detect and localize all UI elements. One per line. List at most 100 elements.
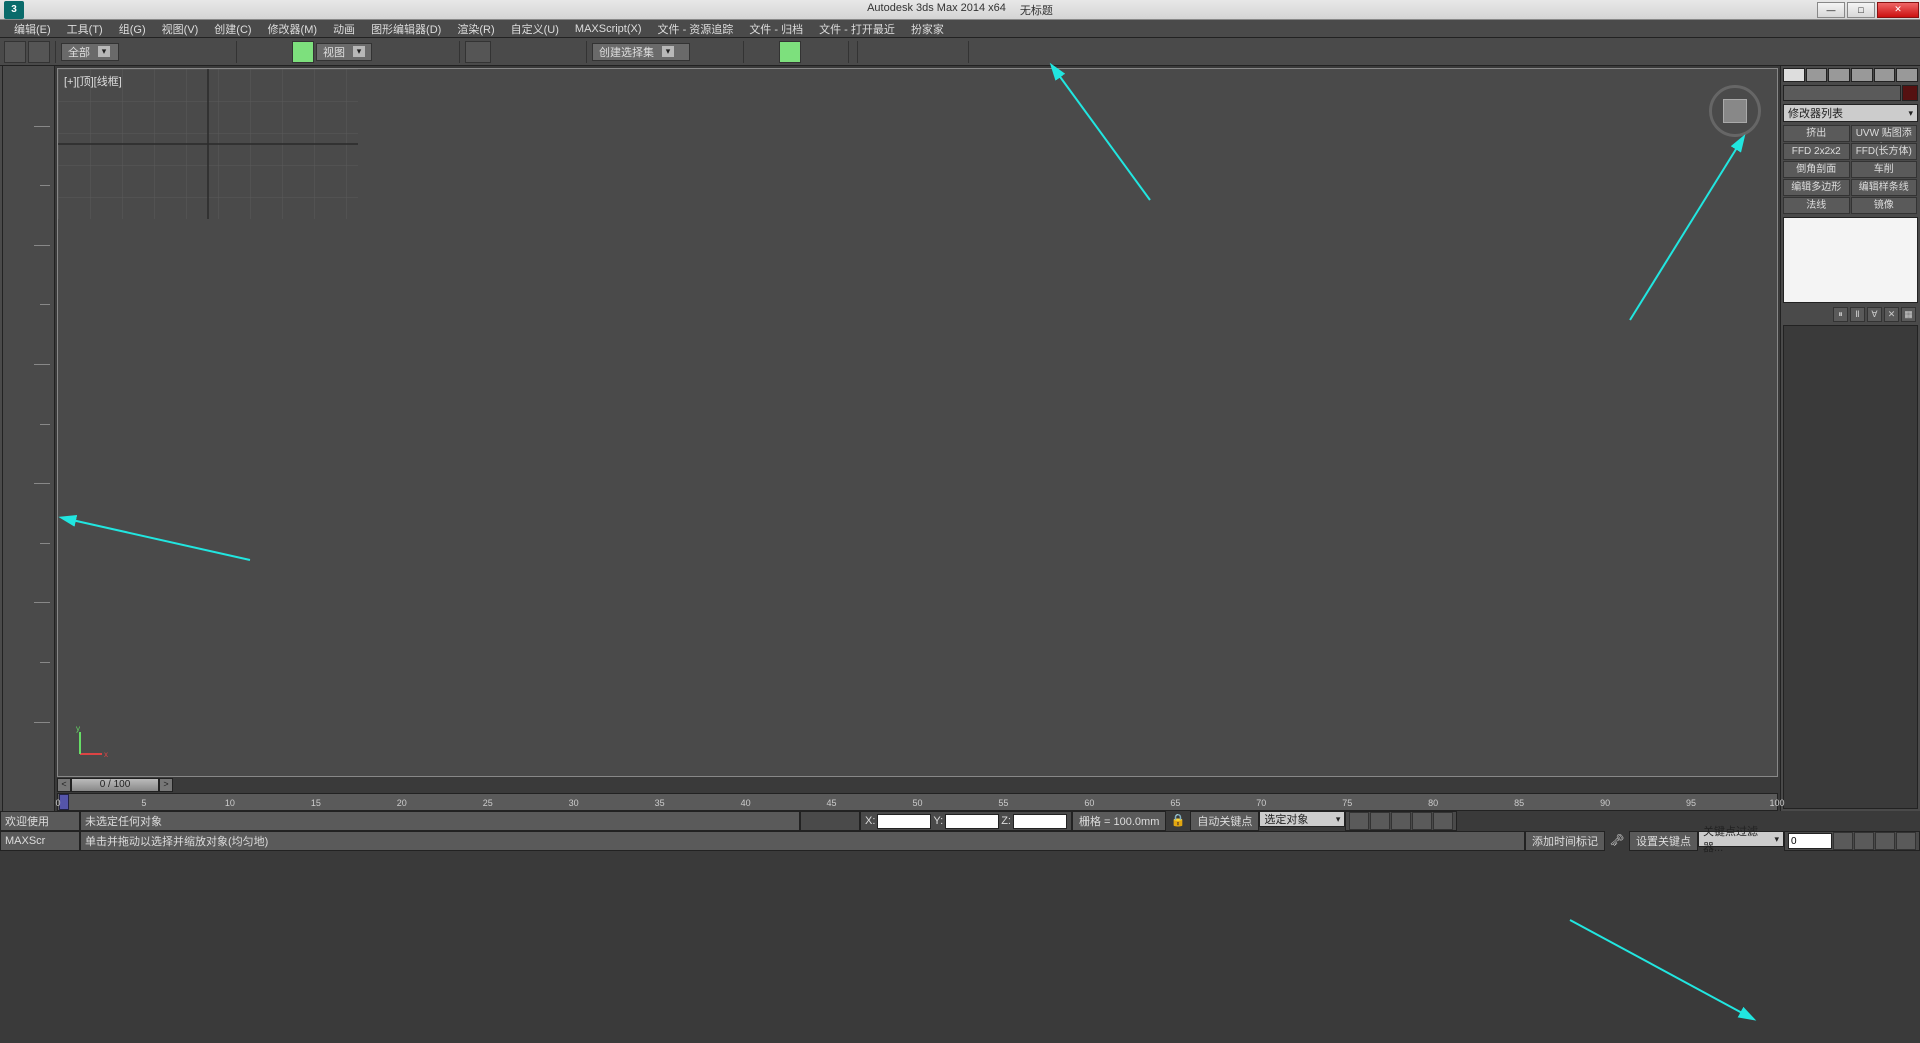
current-frame-input[interactable]: [1788, 833, 1832, 849]
tab-hierarchy[interactable]: [1828, 68, 1850, 82]
setkey-button[interactable]: 设置关键点: [1629, 831, 1698, 851]
move-tool[interactable]: [292, 41, 314, 63]
tab-display[interactable]: [1874, 68, 1896, 82]
toolbar-divider: [55, 41, 56, 63]
selection-filter-dropdown[interactable]: 全部: [61, 43, 119, 61]
next-frame-button[interactable]: [1412, 812, 1432, 830]
tab-utilities[interactable]: [1896, 68, 1918, 82]
viewport-area: [+][顶][线框] x y < 0 / 100: [55, 66, 1780, 811]
menu-banjiajia[interactable]: 扮家家: [903, 21, 952, 37]
mod-mirror[interactable]: 镜像: [1851, 197, 1918, 214]
menu-edit[interactable]: 编辑(E): [6, 21, 59, 37]
ref-coord-dropdown[interactable]: 视图: [316, 43, 372, 61]
time-slider-row: < 0 / 100 >: [57, 777, 1778, 793]
mod-extrude[interactable]: 挤出: [1783, 125, 1850, 142]
mod-edit-poly[interactable]: 编辑多边形: [1783, 179, 1850, 196]
tab-motion[interactable]: [1851, 68, 1873, 82]
modifier-stack[interactable]: [1783, 217, 1918, 303]
undo-button[interactable]: [4, 41, 26, 63]
autokey-button[interactable]: 自动关键点: [1190, 811, 1259, 831]
mod-ffd-box[interactable]: FFD(长方体): [1851, 143, 1918, 160]
viewcube[interactable]: [1709, 85, 1761, 137]
time-tick-label: 55: [998, 798, 1008, 808]
axis-tripod-icon: x y: [72, 722, 112, 762]
time-tick-label: 45: [827, 798, 837, 808]
pin-stack-icon[interactable]: ⏸: [1833, 307, 1848, 322]
x-input[interactable]: [877, 814, 931, 829]
configure-sets-icon[interactable]: ▦: [1901, 307, 1916, 322]
menu-views[interactable]: 视图(V): [154, 21, 207, 37]
mod-lathe[interactable]: 车削: [1851, 161, 1918, 178]
key-filter-dropdown[interactable]: 关键点过滤器...: [1698, 831, 1784, 847]
viewport-nav-4[interactable]: [1896, 832, 1916, 850]
doc-title: 无标题: [1020, 2, 1053, 18]
mod-uvw-add[interactable]: UVW 贴图添加: [1851, 125, 1918, 142]
viewport-nav-controls: [1784, 831, 1920, 851]
menu-maxscript[interactable]: MAXScript(X): [567, 23, 650, 35]
viewport-nav-2[interactable]: [1854, 832, 1874, 850]
time-slider-prev[interactable]: <: [57, 778, 71, 792]
menu-animation[interactable]: 动画: [325, 21, 363, 37]
tab-create[interactable]: [1783, 68, 1805, 82]
y-input[interactable]: [945, 814, 999, 829]
make-unique-icon[interactable]: ∀: [1867, 307, 1882, 322]
mod-ffd-2x2x2[interactable]: FFD 2x2x2: [1783, 143, 1850, 160]
menu-file-recent[interactable]: 文件 - 打开最近: [811, 21, 903, 37]
key-icon[interactable]: 🗝: [1605, 831, 1629, 849]
toolbar-divider: [236, 41, 237, 63]
viewport-top[interactable]: [+][顶][线框] x y: [57, 68, 1778, 777]
add-time-tag-button[interactable]: 添加时间标记: [1525, 831, 1605, 851]
menu-graph-editors[interactable]: 图形编辑器(D): [363, 21, 449, 37]
lock-icon[interactable]: 🔒: [1166, 811, 1190, 829]
menu-rendering[interactable]: 渲染(R): [449, 21, 502, 37]
menu-modifiers[interactable]: 修改器(M): [260, 21, 326, 37]
play-button[interactable]: [1391, 812, 1411, 830]
window-minimize-button[interactable]: —: [1817, 2, 1845, 18]
time-tick-label: 0: [55, 798, 60, 808]
time-slider-next[interactable]: >: [159, 778, 173, 792]
mod-bevel-profile[interactable]: 倒角剖面: [1783, 161, 1850, 178]
object-name-field[interactable]: [1783, 85, 1901, 101]
named-selection-set-dropdown[interactable]: 创建选择集: [592, 43, 690, 61]
time-tick-label: 40: [741, 798, 751, 808]
menu-group[interactable]: 组(G): [111, 21, 154, 37]
app-icon: 3: [4, 1, 24, 19]
mod-normal[interactable]: 法线: [1783, 197, 1850, 214]
show-end-result-icon[interactable]: Ⅱ: [1850, 307, 1865, 322]
time-tick-label: 65: [1170, 798, 1180, 808]
menu-customize[interactable]: 自定义(U): [503, 21, 567, 37]
mod-edit-spline[interactable]: 编辑样条线: [1851, 179, 1918, 196]
modifier-list-dropdown[interactable]: 修改器列表: [1783, 104, 1918, 122]
menu-file-archive[interactable]: 文件 - 归档: [741, 21, 811, 37]
viewport-grid: [58, 69, 358, 219]
tab-modify[interactable]: [1806, 68, 1828, 82]
goto-end-button[interactable]: [1433, 812, 1453, 830]
object-color-swatch[interactable]: [1902, 85, 1918, 101]
window-maximize-button[interactable]: □: [1847, 2, 1875, 18]
toolbar-divider: [968, 41, 969, 63]
transform-type-in: X: Y: Z:: [860, 811, 1072, 831]
redo-button[interactable]: [28, 41, 50, 63]
snap-toggle[interactable]: [465, 41, 491, 63]
maxscript-listener-label[interactable]: MAXScr: [0, 831, 80, 851]
time-ruler[interactable]: 0510152025303540455055606570758085909510…: [57, 793, 1778, 811]
menu-tools[interactable]: 工具(T): [59, 21, 111, 37]
window-close-button[interactable]: ✕: [1877, 2, 1919, 18]
viewport-nav-1[interactable]: [1833, 832, 1853, 850]
time-tick-label: 80: [1428, 798, 1438, 808]
menu-create[interactable]: 创建(C): [206, 21, 259, 37]
main-toolbar: 全部 视图 创建选择集: [0, 38, 1920, 66]
time-slider[interactable]: 0 / 100: [71, 778, 159, 792]
remove-modifier-icon[interactable]: ✕: [1884, 307, 1899, 322]
z-input[interactable]: [1013, 814, 1067, 829]
goto-start-button[interactable]: [1349, 812, 1369, 830]
key-target-dropdown[interactable]: 选定对象: [1259, 811, 1345, 827]
menu-asset-tracking[interactable]: 文件 - 资源追踪: [650, 21, 742, 37]
workspace: [+][顶][线框] x y < 0 / 100: [0, 66, 1920, 811]
prev-frame-button[interactable]: [1370, 812, 1390, 830]
viewport-nav-3[interactable]: [1875, 832, 1895, 850]
toolbar-divider: [848, 41, 849, 63]
app-title: Autodesk 3ds Max 2014 x64: [867, 2, 1006, 18]
material-editor-button[interactable]: [779, 41, 801, 63]
svg-text:x: x: [104, 750, 108, 759]
